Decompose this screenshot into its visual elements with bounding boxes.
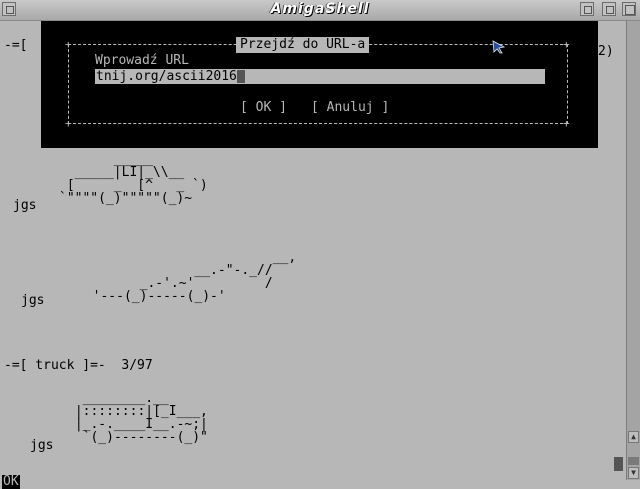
truck-ascii-art: ________.__ |::::::::|[_I___, |_.-.____I…	[74, 391, 208, 445]
depth-button[interactable]	[622, 2, 636, 16]
status-text: OK	[2, 474, 20, 489]
iconify-icon	[584, 6, 592, 14]
goto-url-dialog[interactable]: + + + + Przejdź do URL-a Wprowadź URL tn…	[41, 21, 598, 148]
scroll-up-button[interactable]: ▲	[628, 431, 639, 443]
url-field-label: Wprowadź URL	[95, 53, 189, 68]
zoom-icon	[606, 6, 614, 14]
arrow-down-icon: ▼	[631, 468, 636, 477]
section-header: -=[ truck ]=- 3/97	[4, 358, 153, 373]
url-input-value: tnij.org/ascii2016	[96, 69, 237, 84]
frame-corner: +	[65, 38, 72, 51]
car1-ascii-art: _____ _____|LI|_\\__ [ _ [^ _ `) `""""(_…	[59, 152, 208, 206]
depth-icon	[625, 5, 635, 15]
scroll-thumb[interactable]	[628, 457, 639, 465]
truck-signature: jgs	[30, 438, 54, 453]
url-input[interactable]: tnij.org/ascii2016	[95, 69, 545, 84]
text-cursor	[614, 457, 623, 471]
ok-button[interactable]: [ OK ]	[240, 101, 287, 115]
frame-corner: +	[65, 117, 72, 130]
terminal-right-fragment: 2)	[598, 44, 614, 59]
window-title: AmigaShell	[270, 1, 370, 17]
zoom-button[interactable]	[602, 2, 616, 16]
input-caret	[236, 70, 245, 83]
arrow-up-icon: ▲	[631, 432, 636, 441]
mouse-pointer-icon	[492, 40, 506, 54]
title-bar[interactable]: AmigaShell	[0, 0, 640, 21]
terminal-top-fragment: -=[	[4, 38, 36, 53]
car2-signature: jgs	[21, 293, 45, 308]
cancel-button[interactable]: [ Anuluj ]	[311, 101, 389, 115]
frame-corner: +	[563, 117, 570, 130]
vertical-scrollbar[interactable]: ▲ ▼	[626, 21, 640, 480]
car2-ascii-art: __, __.-"-._// _.-'.~' / '---(_)-----(_)…	[92, 250, 297, 304]
car1-signature: jgs	[13, 198, 37, 213]
dialog-title: Przejdź do URL-a	[236, 37, 370, 53]
frame-corner: +	[563, 38, 570, 51]
scroll-down-button[interactable]: ▼	[628, 467, 639, 479]
iconify-button[interactable]	[580, 2, 594, 16]
